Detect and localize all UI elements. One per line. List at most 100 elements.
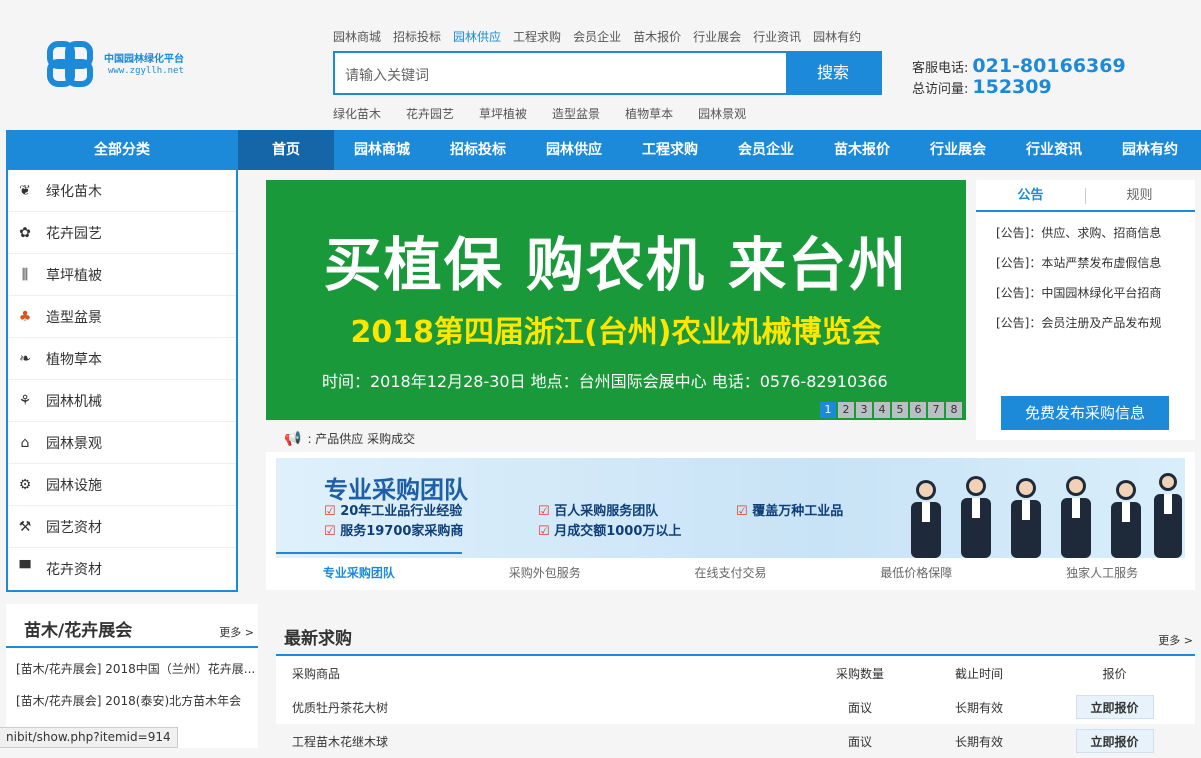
machine-icon: ⚘ bbox=[18, 392, 32, 409]
hot-keyword[interactable]: 造型盆景 bbox=[552, 105, 600, 122]
banner-page-active[interactable]: 1 bbox=[820, 402, 836, 418]
table-header-row: 采购商品 采购数量 截止时间 报价 bbox=[276, 656, 1195, 690]
top-nav-item[interactable]: 苗木报价 bbox=[633, 28, 681, 45]
promo-tab[interactable]: 最低价格保障 bbox=[880, 564, 952, 581]
product-name[interactable]: 优质牡丹茶花大树 bbox=[276, 690, 796, 724]
expo-item[interactable]: [苗木/花卉展会] 2018中国（兰州）花卉展... bbox=[16, 660, 260, 677]
nav-item[interactable]: 园林商城 bbox=[334, 130, 430, 170]
promo-feature: ☑ 覆盖万种工业品 bbox=[736, 504, 844, 519]
publish-purchase-button[interactable]: 免费发布采购信息 bbox=[1001, 396, 1169, 430]
tab-notice[interactable]: 公告 bbox=[976, 180, 1085, 210]
nav-item[interactable]: 园林有约 bbox=[1102, 130, 1198, 170]
column-header: 报价 bbox=[1034, 656, 1195, 690]
category-item[interactable]: ⚘ 园林机械 bbox=[8, 380, 236, 422]
top-nav-item[interactable]: 行业资讯 bbox=[753, 28, 801, 45]
top-nav-item[interactable]: 招标投标 bbox=[393, 28, 441, 45]
category-item[interactable]: ♣ 造型盆景 bbox=[8, 296, 236, 338]
notice-tabs: 公告 规则 bbox=[976, 180, 1195, 212]
nav-item[interactable]: 招标投标 bbox=[430, 130, 526, 170]
tab-rules[interactable]: 规则 bbox=[1085, 180, 1194, 210]
expo-more-link[interactable]: 更多 > bbox=[219, 624, 254, 640]
purchase-table: 采购商品 采购数量 截止时间 报价 优质牡丹茶花大树 面议 长期有效 立即报价 … bbox=[276, 656, 1195, 758]
banner-pagination: 1 2 3 4 5 6 7 8 bbox=[820, 402, 962, 418]
expo-item[interactable]: [苗木/花卉展会] 2018(泰安)北方苗木年会 bbox=[16, 692, 260, 709]
nav-item[interactable]: 园林供应 bbox=[526, 130, 622, 170]
landscape-icon: ⌂ bbox=[20, 434, 30, 451]
hot-keyword[interactable]: 园林景观 bbox=[698, 105, 746, 122]
quote-button[interactable]: 立即报价 bbox=[1075, 695, 1154, 719]
promo-tab-active[interactable]: 专业采购团队 bbox=[323, 564, 395, 581]
product-name[interactable]: 工程苗木花继木球 bbox=[276, 724, 796, 758]
gear-icon: ⚙ bbox=[18, 476, 32, 493]
all-categories-button[interactable]: 全部分类 bbox=[6, 130, 238, 170]
category-label: 草坪植被 bbox=[46, 267, 102, 284]
banner-page[interactable]: 8 bbox=[946, 402, 962, 418]
latest-title: 最新求购 bbox=[284, 629, 352, 649]
top-nav-item[interactable]: 园林商城 bbox=[333, 28, 381, 45]
category-item[interactable]: ✿ 花卉园艺 bbox=[8, 212, 236, 254]
hero-banner[interactable]: 买植保 购农机 来台州 2018第四届浙江(台州)农业机械博览会 时间：2018… bbox=[266, 180, 966, 420]
browser-status-bar: nibit/show.php?itemid=914 bbox=[0, 727, 178, 748]
banner-page[interactable]: 6 bbox=[910, 402, 926, 418]
banner-page[interactable]: 4 bbox=[874, 402, 890, 418]
seedling-icon: ❦ bbox=[19, 182, 31, 199]
banner-page[interactable]: 5 bbox=[892, 402, 908, 418]
hot-keyword[interactable]: 植物草本 bbox=[625, 105, 673, 122]
category-item[interactable]: ⌂ 园林景观 bbox=[8, 422, 236, 464]
nav-item[interactable]: 行业展会 bbox=[910, 130, 1006, 170]
notice-item[interactable]: [公告]：本站严禁发布虚假信息 bbox=[996, 254, 1161, 284]
notice-item[interactable]: [公告]：供应、求购、招商信息 bbox=[996, 224, 1161, 254]
category-item[interactable]: ❦ 绿化苗木 bbox=[8, 170, 236, 212]
pot-icon: ▀ bbox=[19, 561, 31, 577]
top-nav-item[interactable]: 行业展会 bbox=[693, 28, 741, 45]
column-header: 采购商品 bbox=[276, 656, 796, 690]
phone-number: 021-80166369 bbox=[972, 55, 1126, 77]
promo-tab[interactable]: 独家人工服务 bbox=[1066, 564, 1138, 581]
notice-list: [公告]：供应、求购、招商信息 [公告]：本站严禁发布虚假信息 [公告]：中国园… bbox=[996, 224, 1161, 344]
ticker-text[interactable]: : 产品供应 采购成交 bbox=[307, 430, 415, 447]
category-item[interactable]: ⚙ 园林设施 bbox=[8, 464, 236, 506]
notice-item[interactable]: [公告]：中国园林绿化平台招商 bbox=[996, 284, 1161, 314]
banner-page[interactable]: 7 bbox=[928, 402, 944, 418]
promo-tabs: 专业采购团队 采购外包服务 在线支付交易 最低价格保障 独家人工服务 bbox=[266, 564, 1195, 581]
top-nav-item[interactable]: 园林有约 bbox=[813, 28, 861, 45]
nav-item-home[interactable]: 首页 bbox=[238, 130, 334, 170]
nav-item[interactable]: 行业资讯 bbox=[1006, 130, 1102, 170]
header: 中国园林绿化平台 www.zgyllh.net 园林商城 招标投标 园林供应 工… bbox=[0, 0, 1201, 128]
nav-item[interactable]: 会员企业 bbox=[718, 130, 814, 170]
grass-icon: ⫼ bbox=[21, 266, 29, 283]
flower-icon: ✿ bbox=[19, 224, 31, 241]
logo-url: www.zgyllh.net bbox=[108, 66, 184, 76]
promo-banner[interactable]: 专业采购团队 ☑ 20年工业品行业经验 ☑ 百人采购服务团队 ☑ 覆盖万种工业品… bbox=[276, 458, 1185, 558]
hot-keyword[interactable]: 绿化苗木 bbox=[333, 105, 381, 122]
notice-panel: 公告 规则 [公告]：供应、求购、招商信息 [公告]：本站严禁发布虚假信息 [公… bbox=[976, 180, 1195, 440]
search-button[interactable]: 搜索 bbox=[786, 53, 880, 93]
promo-feature: ☑ 服务19700家采购商 bbox=[324, 524, 464, 539]
nav-item[interactable]: 苗木报价 bbox=[814, 130, 910, 170]
promo-tab[interactable]: 在线支付交易 bbox=[694, 564, 766, 581]
site-logo[interactable]: 中国园林绿化平台 www.zgyllh.net bbox=[46, 40, 206, 90]
notice-item[interactable]: [公告]：会员注册及产品发布规 bbox=[996, 314, 1161, 344]
top-nav-item-active[interactable]: 园林供应 bbox=[453, 28, 501, 45]
category-item[interactable]: ❧ 植物草本 bbox=[8, 338, 236, 380]
expo-title: 苗木/花卉展会 bbox=[24, 621, 133, 641]
top-nav-item[interactable]: 工程求购 bbox=[513, 28, 561, 45]
banner-page[interactable]: 2 bbox=[838, 402, 854, 418]
nav-item[interactable]: 工程求购 bbox=[622, 130, 718, 170]
category-item[interactable]: ⚒ 园艺资材 bbox=[8, 506, 236, 548]
category-label: 花卉资材 bbox=[46, 562, 102, 578]
megaphone-icon: 📢 bbox=[284, 430, 302, 447]
category-item[interactable]: ⫼ 草坪植被 bbox=[8, 254, 236, 296]
leaf-icon: ❧ bbox=[19, 350, 31, 367]
quote-button[interactable]: 立即报价 bbox=[1075, 729, 1154, 753]
category-item[interactable]: ▀ 花卉资材 bbox=[8, 548, 236, 590]
top-nav-item[interactable]: 会员企业 bbox=[573, 28, 621, 45]
banner-page[interactable]: 3 bbox=[856, 402, 872, 418]
search-input[interactable]: 请输入关键词 bbox=[345, 65, 429, 85]
latest-more-link[interactable]: 更多 > bbox=[1158, 632, 1193, 648]
hot-keyword[interactable]: 花卉园艺 bbox=[406, 105, 454, 122]
category-label: 造型盆景 bbox=[46, 309, 102, 326]
promo-tab[interactable]: 采购外包服务 bbox=[509, 564, 581, 581]
hot-keyword[interactable]: 草坪植被 bbox=[479, 105, 527, 122]
contact-info: 客服电话: 021-80166369 总访问量: 152309 bbox=[912, 55, 1126, 98]
